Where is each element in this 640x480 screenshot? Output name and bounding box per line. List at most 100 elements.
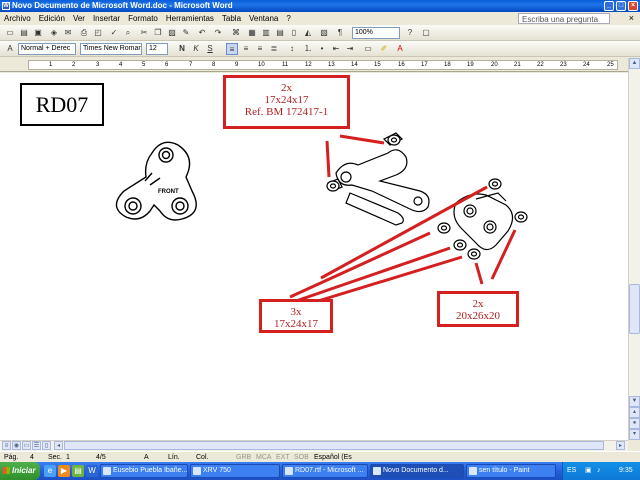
start-button[interactable]: Iniciar: [0, 462, 40, 480]
styles-pane-icon[interactable]: A: [4, 43, 16, 55]
increase-indent-icon[interactable]: ⇥: [344, 43, 356, 55]
document-page[interactable]: RD07 FRONT 2x 17x24x17 Ref. BM 172417-1 …: [0, 73, 628, 440]
task-rd07-rtf[interactable]: RD07.rtf - Microsoft ...: [282, 464, 368, 478]
ruler-number: 6: [165, 62, 169, 68]
menu-tabla[interactable]: Tabla: [218, 12, 245, 25]
quicklaunch-word-icon[interactable]: W: [86, 465, 98, 477]
scroll-left-icon[interactable]: ◂: [54, 441, 63, 450]
menu-ver[interactable]: Ver: [69, 12, 89, 25]
next-page-icon[interactable]: ▾: [629, 429, 640, 440]
format-painter-icon[interactable]: ✎: [180, 27, 192, 39]
normal-view-icon[interactable]: ≡: [2, 441, 11, 450]
horizontal-scrollbar[interactable]: ≡ ◉ ▭ ☰ ▯ ◂ ▸: [0, 440, 628, 451]
document-map-icon[interactable]: ▧: [318, 27, 330, 39]
font-color-icon[interactable]: A: [394, 43, 406, 55]
tray-clock[interactable]: 9:35: [619, 462, 633, 480]
close-button[interactable]: ×: [628, 1, 638, 11]
show-hide-icon[interactable]: ¶: [334, 27, 346, 39]
font-select[interactable]: Times New Roman: [80, 43, 142, 55]
ruler-number: 1: [49, 62, 53, 68]
scroll-up-icon[interactable]: ▲: [629, 58, 640, 69]
spelling-icon[interactable]: ✓: [108, 27, 120, 39]
zoom-select[interactable]: 100%: [352, 27, 400, 39]
bushing-drawings: [326, 134, 528, 260]
menu-herramientas[interactable]: Herramientas: [162, 12, 218, 25]
ruler-number: 24: [583, 62, 590, 68]
web-view-icon[interactable]: ◉: [12, 441, 21, 450]
highlight-icon[interactable]: ✐: [378, 43, 390, 55]
tables-borders-icon[interactable]: ▦: [246, 27, 258, 39]
align-left-icon[interactable]: ≡: [226, 43, 238, 55]
menu-ventana[interactable]: Ventana: [245, 12, 282, 25]
align-center-icon[interactable]: ≡: [240, 43, 252, 55]
redo-icon[interactable]: ↷: [212, 27, 224, 39]
hscroll-thumb[interactable]: [64, 441, 604, 450]
drawing-icon[interactable]: ◭: [302, 27, 314, 39]
select-browse-object-icon[interactable]: ●: [629, 418, 640, 429]
email-icon[interactable]: ✉: [62, 27, 74, 39]
font-size-select[interactable]: 12: [146, 43, 168, 55]
print-preview-icon[interactable]: ◰: [92, 27, 104, 39]
word-app-icon[interactable]: W: [2, 2, 10, 10]
columns-icon[interactable]: ▯: [288, 27, 300, 39]
scroll-down-icon[interactable]: ▼: [629, 396, 640, 407]
menu-archivo[interactable]: Archivo: [0, 12, 35, 25]
quicklaunch-desktop-icon[interactable]: ▤: [72, 465, 84, 477]
align-right-icon[interactable]: ≡: [254, 43, 266, 55]
paste-icon[interactable]: ▨: [166, 27, 178, 39]
quicklaunch-media-icon[interactable]: ▶: [58, 465, 70, 477]
ask-question-box[interactable]: Escriba una pregunta: [518, 13, 610, 24]
new-document-icon[interactable]: ▭: [4, 27, 16, 39]
maximize-button[interactable]: □: [616, 1, 626, 11]
undo-icon[interactable]: ↶: [196, 27, 208, 39]
permission-icon[interactable]: ◈: [48, 27, 60, 39]
menu-help[interactable]: ?: [282, 12, 294, 25]
tray-network-icon[interactable]: ▣: [585, 462, 592, 480]
cut-icon[interactable]: ✂: [138, 27, 150, 39]
open-folder-icon[interactable]: ▤: [18, 27, 30, 39]
copy-icon[interactable]: ❐: [152, 27, 164, 39]
document-close-icon[interactable]: ×: [629, 12, 634, 25]
line-spacing-icon[interactable]: ↕: [286, 43, 298, 55]
style-select[interactable]: Normal + Derec: [18, 43, 76, 55]
quicklaunch-ie-icon[interactable]: e: [44, 465, 56, 477]
reading-view-icon[interactable]: ▯: [42, 441, 51, 450]
research-icon[interactable]: ⌕: [122, 27, 134, 39]
decrease-indent-icon[interactable]: ⇤: [330, 43, 342, 55]
ruler-number: 21: [514, 62, 521, 68]
minimize-button[interactable]: _: [604, 1, 614, 11]
vertical-scrollbar[interactable]: ▲ ▼ ▴ ● ▾: [628, 58, 640, 440]
ruler-scale[interactable]: 1 2 3 4 5 6 7 8 9 10 11 12 13 14 15 16 17 18 19 20 21 22 23 24 2…: [28, 60, 618, 70]
bullets-icon[interactable]: •: [316, 43, 328, 55]
menu-edicion[interactable]: Edición: [35, 12, 69, 25]
task-eusebio[interactable]: Eusebio Puebla Ibañe...: [100, 464, 188, 478]
scroll-thumb[interactable]: [629, 284, 640, 334]
outline-view-icon[interactable]: ☰: [32, 441, 41, 450]
italic-icon[interactable]: K: [190, 43, 202, 55]
task-label: Novo Documento d...: [383, 467, 449, 474]
borders-icon[interactable]: ▭: [362, 43, 374, 55]
justify-icon[interactable]: ≣: [268, 43, 280, 55]
underline-icon[interactable]: S: [204, 43, 216, 55]
tray-speaker-icon[interactable]: ♪: [597, 462, 601, 480]
task-xrv750[interactable]: XRV 750: [190, 464, 280, 478]
insert-table-icon[interactable]: ▥: [260, 27, 272, 39]
save-icon[interactable]: ▣: [32, 27, 44, 39]
numbering-icon[interactable]: ⒈: [302, 43, 314, 55]
read-mode-icon[interactable]: ▢: [420, 27, 432, 39]
hyperlink-icon[interactable]: ⌘: [230, 27, 242, 39]
bold-icon[interactable]: N: [176, 43, 188, 55]
menu-formato[interactable]: Formato: [124, 12, 162, 25]
scroll-right-icon[interactable]: ▸: [616, 441, 625, 450]
print-icon[interactable]: ⎙: [78, 27, 90, 39]
prev-page-icon[interactable]: ▴: [629, 407, 640, 418]
task-novo-documento[interactable]: Novo Documento d...: [370, 464, 464, 478]
insert-excel-icon[interactable]: ▤: [274, 27, 286, 39]
help-icon[interactable]: ?: [404, 27, 416, 39]
print-layout-icon[interactable]: ▭: [22, 441, 31, 450]
task-paint[interactable]: sen título - Paint: [466, 464, 556, 478]
windows-logo-icon: [3, 467, 10, 474]
ruler-number: 22: [537, 62, 544, 68]
tray-language[interactable]: ES: [567, 462, 576, 480]
menu-insertar[interactable]: Insertar: [89, 12, 124, 25]
